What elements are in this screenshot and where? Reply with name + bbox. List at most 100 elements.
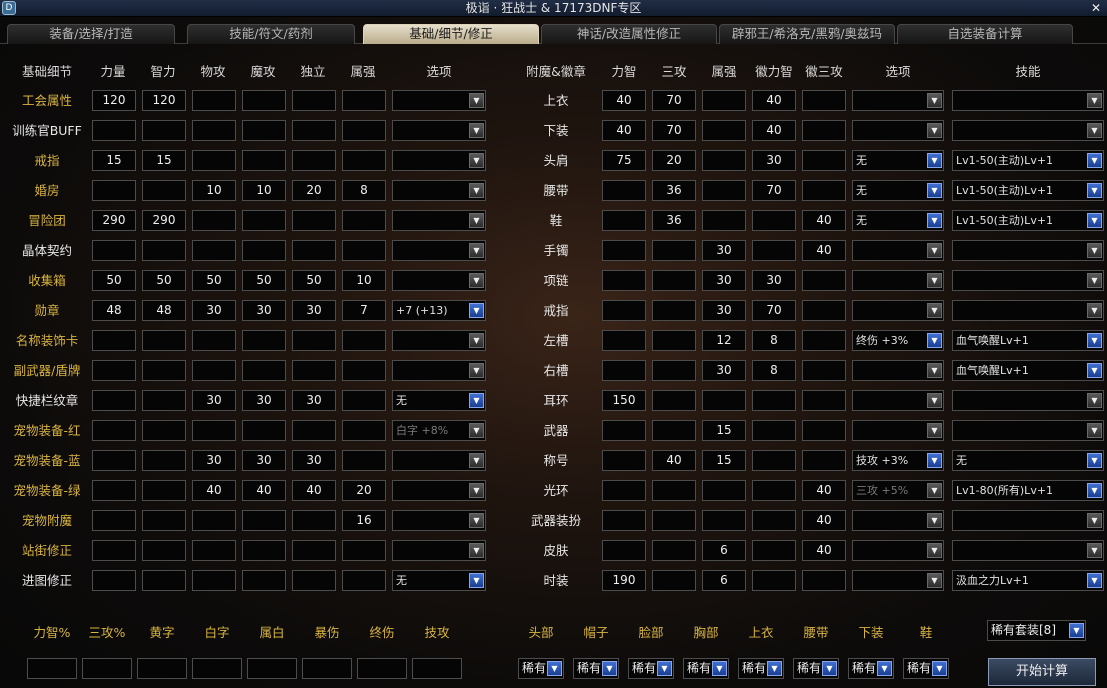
right-stat-input[interactable] <box>802 180 846 201</box>
left-stat-input[interactable] <box>292 120 336 141</box>
left-stat-input[interactable] <box>292 570 336 591</box>
left-stat-input[interactable]: 40 <box>242 480 286 501</box>
right-stat-input[interactable] <box>602 210 646 231</box>
chevron-down-icon[interactable]: ▼ <box>927 213 942 228</box>
right-stat-input[interactable]: 30 <box>702 360 746 381</box>
chevron-down-icon[interactable]: ▼ <box>927 183 942 198</box>
right-stat-input[interactable] <box>802 90 846 111</box>
right-option-select[interactable]: ▼ <box>852 90 944 111</box>
left-stat-input[interactable]: 50 <box>92 270 136 291</box>
right-stat-input[interactable]: 70 <box>752 300 796 321</box>
right-stat-input[interactable]: 15 <box>702 450 746 471</box>
right-stat-input[interactable]: 40 <box>802 480 846 501</box>
right-stat-input[interactable] <box>602 540 646 561</box>
right-stat-input[interactable] <box>802 450 846 471</box>
skill-select[interactable]: ▼ <box>952 240 1104 261</box>
right-stat-input[interactable] <box>652 330 696 351</box>
left-stat-input[interactable] <box>242 420 286 441</box>
chevron-down-icon[interactable]: ▼ <box>1087 243 1102 258</box>
tab-0[interactable]: 装备/选择/打造 <box>7 24 175 44</box>
skill-select[interactable]: 血气唤醒Lv+1 ▼ <box>952 330 1104 351</box>
left-stat-input[interactable] <box>342 390 386 411</box>
chevron-down-icon[interactable]: ▼ <box>927 153 942 168</box>
right-stat-input[interactable] <box>602 240 646 261</box>
left-option-select[interactable]: ▼ <box>392 540 486 561</box>
right-option-select[interactable]: 技攻 +3% ▼ <box>852 450 944 471</box>
skill-select[interactable]: 无 ▼ <box>952 450 1104 471</box>
rarity-select[interactable]: 稀有 ▼ <box>573 658 619 679</box>
tab-5[interactable]: 自选装备计算 <box>897 24 1073 44</box>
left-stat-input[interactable] <box>342 150 386 171</box>
chevron-down-icon[interactable]: ▼ <box>927 573 942 588</box>
right-stat-input[interactable]: 40 <box>802 240 846 261</box>
right-option-select[interactable]: 无 ▼ <box>852 180 944 201</box>
chevron-down-icon[interactable]: ▼ <box>1087 483 1102 498</box>
left-stat-input[interactable]: 8 <box>342 180 386 201</box>
set-select[interactable]: 稀有套装[8] ▼ <box>987 620 1086 641</box>
left-stat-input[interactable]: 20 <box>342 480 386 501</box>
right-option-select[interactable]: 三攻 +5% ▼ <box>852 480 944 501</box>
right-stat-input[interactable] <box>602 450 646 471</box>
right-stat-input[interactable] <box>752 510 796 531</box>
left-stat-input[interactable] <box>292 150 336 171</box>
chevron-down-icon[interactable]: ▼ <box>1087 183 1102 198</box>
chevron-down-icon[interactable]: ▼ <box>469 453 484 468</box>
left-stat-input[interactable] <box>192 570 236 591</box>
right-stat-input[interactable]: 75 <box>602 150 646 171</box>
right-stat-input[interactable] <box>752 450 796 471</box>
right-stat-input[interactable]: 12 <box>702 330 746 351</box>
right-stat-input[interactable]: 36 <box>652 210 696 231</box>
right-stat-input[interactable] <box>752 570 796 591</box>
left-stat-input[interactable] <box>142 330 186 351</box>
left-stat-input[interactable] <box>142 180 186 201</box>
left-stat-input[interactable] <box>192 420 236 441</box>
left-stat-input[interactable]: 30 <box>192 450 236 471</box>
right-stat-input[interactable] <box>802 390 846 411</box>
right-stat-input[interactable] <box>702 210 746 231</box>
skill-select[interactable]: ▼ <box>952 270 1104 291</box>
left-stat-input[interactable] <box>92 120 136 141</box>
left-stat-input[interactable]: 50 <box>292 270 336 291</box>
rarity-select[interactable]: 稀有 ▼ <box>903 658 949 679</box>
left-stat-input[interactable] <box>142 360 186 381</box>
chevron-down-icon[interactable]: ▼ <box>469 243 484 258</box>
right-stat-input[interactable]: 150 <box>602 390 646 411</box>
left-stat-input[interactable]: 10 <box>192 180 236 201</box>
left-stat-input[interactable]: 10 <box>342 270 386 291</box>
left-stat-input[interactable] <box>92 480 136 501</box>
right-stat-input[interactable]: 40 <box>602 120 646 141</box>
right-stat-input[interactable] <box>652 510 696 531</box>
left-stat-input[interactable]: 50 <box>192 270 236 291</box>
right-stat-input[interactable]: 70 <box>652 90 696 111</box>
left-stat-input[interactable] <box>92 420 136 441</box>
right-option-select[interactable]: ▼ <box>852 300 944 321</box>
right-stat-input[interactable] <box>702 90 746 111</box>
skill-select[interactable]: ▼ <box>952 510 1104 531</box>
right-stat-input[interactable] <box>752 480 796 501</box>
chevron-down-icon[interactable]: ▼ <box>927 483 942 498</box>
skill-select[interactable]: Lv1-50(主动)Lv+1 ▼ <box>952 150 1104 171</box>
chevron-down-icon[interactable]: ▼ <box>1087 573 1102 588</box>
chevron-down-icon[interactable]: ▼ <box>657 661 672 676</box>
left-option-select[interactable]: ▼ <box>392 210 486 231</box>
left-stat-input[interactable] <box>192 240 236 261</box>
chevron-down-icon[interactable]: ▼ <box>469 213 484 228</box>
left-stat-input[interactable] <box>92 240 136 261</box>
skill-select[interactable]: ▼ <box>952 540 1104 561</box>
left-stat-input[interactable]: 15 <box>92 150 136 171</box>
rarity-select[interactable]: 稀有 ▼ <box>628 658 674 679</box>
left-stat-input[interactable] <box>92 510 136 531</box>
right-stat-input[interactable] <box>602 180 646 201</box>
right-stat-input[interactable]: 190 <box>602 570 646 591</box>
right-stat-input[interactable] <box>702 120 746 141</box>
right-stat-input[interactable] <box>752 210 796 231</box>
right-stat-input[interactable] <box>652 480 696 501</box>
left-stat-input[interactable]: 30 <box>242 450 286 471</box>
chevron-down-icon[interactable]: ▼ <box>1069 623 1084 638</box>
right-stat-input[interactable]: 8 <box>752 330 796 351</box>
bottom-stat-input[interactable] <box>357 658 407 679</box>
right-option-select[interactable]: ▼ <box>852 270 944 291</box>
left-stat-input[interactable] <box>92 360 136 381</box>
right-option-select[interactable]: 无 ▼ <box>852 210 944 231</box>
left-stat-input[interactable]: 290 <box>92 210 136 231</box>
